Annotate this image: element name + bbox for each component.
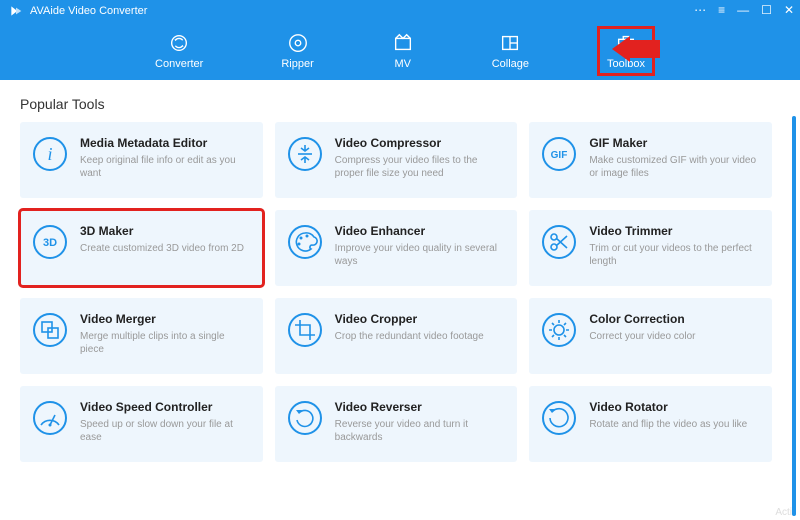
tile-text: GIF Maker Make customized GIF with your v… (589, 136, 760, 180)
rotate-icon (541, 400, 577, 436)
reverse-icon (287, 400, 323, 436)
scissors-icon (541, 224, 577, 260)
scrollbar[interactable] (792, 116, 796, 516)
svg-text:i: i (47, 144, 52, 164)
tile-title: Video Trimmer (589, 224, 760, 238)
tile-desc: Crop the redundant video footage (335, 330, 506, 343)
ripper-icon (287, 32, 309, 54)
tile-text: Media Metadata Editor Keep original file … (80, 136, 251, 180)
section-title: Popular Tools (20, 96, 780, 112)
tile-text: Video Reverser Reverse your video and tur… (335, 400, 506, 444)
watermark-text: Acti (775, 507, 792, 518)
GIF-icon: GIF (541, 136, 577, 172)
tile-desc: Trim or cut your videos to the perfect l… (589, 242, 760, 268)
mv-icon (392, 32, 414, 54)
tab-toolbox[interactable]: Toolbox (599, 28, 653, 74)
tile-text: Video Enhancer Improve your video quality… (335, 224, 506, 268)
window-controls: ⋯ ≡ — ☐ ✕ (694, 3, 794, 17)
tool-video-rotator[interactable]: Video Rotator Rotate and flip the video a… (529, 386, 772, 462)
speed-icon (32, 400, 68, 436)
app-header: AVAide Video Converter ⋯ ≡ — ☐ ✕ Convert… (0, 0, 800, 80)
tile-desc: Correct your video color (589, 330, 760, 343)
tool-video-reverser[interactable]: Video Reverser Reverse your video and tur… (275, 386, 518, 462)
tile-desc: Reverse your video and turn it backwards (335, 418, 506, 444)
app-logo-icon (8, 3, 24, 19)
close-icon[interactable]: ✕ (784, 3, 794, 17)
tools-grid: i Media Metadata Editor Keep original file… (20, 122, 780, 462)
tool-video-trimmer[interactable]: Video Trimmer Trim or cut your videos to … (529, 210, 772, 286)
tile-text: Video Compressor Compress your video file… (335, 136, 506, 180)
content-area: Popular Tools i Media Metadata Editor Keep… (0, 80, 800, 520)
tab-converter[interactable]: Converter (147, 28, 211, 74)
tool-video-merger[interactable]: Video Merger Merge multiple clips into a … (20, 298, 263, 374)
tile-title: Video Speed Controller (80, 400, 251, 414)
tile-text: Video Cropper Crop the redundant video fo… (335, 312, 506, 343)
palette-icon (287, 224, 323, 260)
tool-video-speed-controller[interactable]: Video Speed Controller Speed up or slow d… (20, 386, 263, 462)
toolbox-icon (615, 32, 637, 54)
tab-label: Converter (155, 58, 203, 70)
crop-icon (287, 312, 323, 348)
tab-ripper[interactable]: Ripper (273, 28, 321, 74)
tile-desc: Improve your video quality in several wa… (335, 242, 506, 268)
tab-collage[interactable]: Collage (484, 28, 537, 74)
i-icon: i (32, 136, 68, 172)
tile-title: Video Reverser (335, 400, 506, 414)
tool-3d-maker[interactable]: 3D 3D Maker Create customized 3D video fro… (20, 210, 263, 286)
tool-video-compressor[interactable]: Video Compressor Compress your video file… (275, 122, 518, 198)
tool-media-metadata-editor[interactable]: i Media Metadata Editor Keep original file… (20, 122, 263, 198)
main-tabs: Converter Ripper MV Collage Toolbox (0, 22, 800, 74)
tile-title: Media Metadata Editor (80, 136, 251, 150)
collage-icon (499, 32, 521, 54)
svg-text:GIF: GIF (551, 150, 568, 161)
3D-icon: 3D (32, 224, 68, 260)
tile-text: Color Correction Correct your video color (589, 312, 760, 343)
tile-title: Color Correction (589, 312, 760, 326)
tile-desc: Make customized GIF with your video or i… (589, 154, 760, 180)
converter-icon (168, 32, 190, 54)
tile-title: Video Cropper (335, 312, 506, 326)
tile-desc: Create customized 3D video from 2D (80, 242, 251, 255)
tab-label: MV (394, 58, 411, 70)
tab-label: Ripper (281, 58, 313, 70)
tile-title: Video Merger (80, 312, 251, 326)
tool-video-enhancer[interactable]: Video Enhancer Improve your video quality… (275, 210, 518, 286)
tool-video-cropper[interactable]: Video Cropper Crop the redundant video fo… (275, 298, 518, 374)
tile-title: Video Compressor (335, 136, 506, 150)
tile-text: Video Merger Merge multiple clips into a … (80, 312, 251, 356)
merge-icon (32, 312, 68, 348)
titlebar: AVAide Video Converter ⋯ ≡ — ☐ ✕ (0, 0, 800, 22)
tile-desc: Rotate and flip the video as you like (589, 418, 760, 431)
tile-text: 3D Maker Create customized 3D video from … (80, 224, 251, 255)
tile-desc: Merge multiple clips into a single piece (80, 330, 251, 356)
tab-mv[interactable]: MV (384, 28, 422, 74)
tile-desc: Compress your video files to the proper … (335, 154, 506, 180)
sun-icon (541, 312, 577, 348)
menu-icon[interactable]: ≡ (718, 3, 725, 17)
tab-label: Collage (492, 58, 529, 70)
app-title: AVAide Video Converter (30, 5, 147, 17)
tool-gif-maker[interactable]: GIF GIF Maker Make customized GIF with you… (529, 122, 772, 198)
tool-color-correction[interactable]: Color Correction Correct your video color (529, 298, 772, 374)
tile-title: Video Enhancer (335, 224, 506, 238)
tile-title: Video Rotator (589, 400, 760, 414)
tile-text: Video Trimmer Trim or cut your videos to … (589, 224, 760, 268)
tile-desc: Keep original file info or edit as you w… (80, 154, 251, 180)
compress-icon (287, 136, 323, 172)
tile-text: Video Speed Controller Speed up or slow d… (80, 400, 251, 444)
tab-label: Toolbox (607, 58, 645, 70)
maximize-icon[interactable]: ☐ (761, 3, 772, 17)
tile-text: Video Rotator Rotate and flip the video a… (589, 400, 760, 431)
feedback-icon[interactable]: ⋯ (694, 3, 706, 17)
tile-title: GIF Maker (589, 136, 760, 150)
tile-desc: Speed up or slow down your file at ease (80, 418, 251, 444)
tile-title: 3D Maker (80, 224, 251, 238)
svg-text:3D: 3D (43, 237, 57, 249)
minimize-icon[interactable]: — (737, 3, 749, 17)
